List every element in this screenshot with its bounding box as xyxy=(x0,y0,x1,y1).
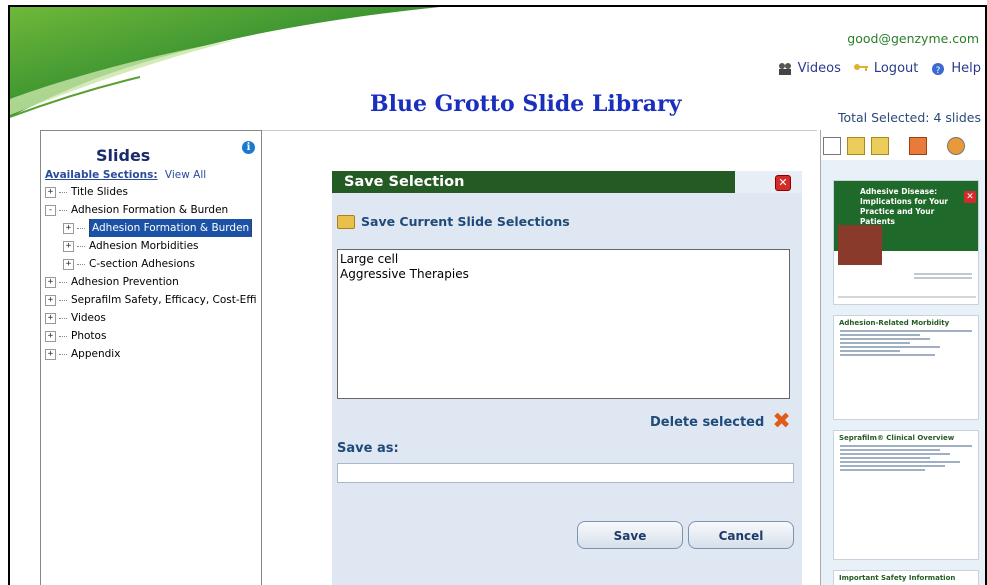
save-as-input[interactable] xyxy=(337,463,794,483)
logout-link-label: Logout xyxy=(873,61,919,76)
tree-item-adhesion-morbidities[interactable]: + Adhesion Morbidities xyxy=(45,237,259,255)
sections-tree: + Title Slides - Adhesion Formation & Bu… xyxy=(45,183,259,363)
close-icon[interactable]: ✕ xyxy=(775,175,791,191)
tree-item-photos[interactable]: + Photos xyxy=(45,327,259,345)
thumbnail-photo xyxy=(838,225,882,265)
tree-item-videos[interactable]: + Videos xyxy=(45,309,259,327)
tree-item-adhesion-formation-sub[interactable]: + Adhesion Formation & Burden xyxy=(45,219,259,237)
svg-text:?: ? xyxy=(936,66,941,76)
available-sections: Available Sections: View All xyxy=(45,169,206,181)
tree-item-label: Videos xyxy=(71,312,106,324)
logout-icon xyxy=(853,62,869,76)
save-as-label: Save as: xyxy=(337,441,399,456)
slide-thumbnail[interactable]: Important Safety Information xyxy=(833,570,979,585)
tree-item-label: Photos xyxy=(71,330,107,342)
expand-icon[interactable]: + xyxy=(45,348,56,360)
save-folder-icon[interactable] xyxy=(871,137,889,155)
saved-selections-list[interactable]: Large cell Aggressive Therapies xyxy=(337,249,790,399)
header: good@genzyme.com Videos Logout ? Help Bl… xyxy=(10,7,985,129)
expand-icon[interactable]: + xyxy=(45,276,56,288)
slide-thumbnail[interactable]: Seprafilm® Clinical Overview xyxy=(833,430,979,560)
help-link-label: Help xyxy=(951,61,981,76)
expand-icon[interactable]: + xyxy=(45,312,56,324)
view-all-link[interactable]: View All xyxy=(165,169,206,181)
tree-item-label-selected: Adhesion Formation & Burden xyxy=(89,219,253,237)
videos-link[interactable]: Videos xyxy=(777,61,841,76)
dialog-body: Save Current Slide Selections Large cell… xyxy=(332,193,802,585)
delete-selected-button[interactable]: Delete selected ✖ xyxy=(650,409,791,434)
expand-icon[interactable]: + xyxy=(45,186,56,198)
tree-item-appendix[interactable]: + Appendix xyxy=(45,345,259,363)
expand-icon[interactable]: + xyxy=(63,222,74,234)
total-selected: Total Selected: 4 slides xyxy=(837,110,981,125)
expand-icon[interactable]: + xyxy=(63,258,74,270)
refresh-icon[interactable] xyxy=(947,137,965,155)
remove-slide-icon[interactable]: ✕ xyxy=(964,191,976,203)
thumbnail-title: Seprafilm® Clinical Overview xyxy=(839,434,955,442)
tree-item-label: Adhesion Prevention xyxy=(71,276,179,288)
new-document-icon[interactable] xyxy=(823,137,841,155)
main-content: Save Selection ✕ Save Current Slide Sele… xyxy=(262,130,817,585)
folder-open-icon xyxy=(337,214,355,229)
delete-selected-label: Delete selected xyxy=(650,414,765,430)
thumbnail-title: Adhesive Disease: Implications for Your … xyxy=(860,187,949,226)
save-button[interactable]: Save xyxy=(577,521,683,549)
logout-link[interactable]: Logout xyxy=(853,61,919,76)
open-folder-icon[interactable] xyxy=(847,137,865,155)
thumbnail-title: Important Safety Information xyxy=(839,574,956,582)
save-current-label: Save Current Slide Selections xyxy=(361,214,570,229)
list-item[interactable]: Large cell xyxy=(340,252,787,267)
slide-thumbnail[interactable]: Adhesive Disease: Implications for Your … xyxy=(833,180,979,305)
tree-item-title-slides[interactable]: + Title Slides xyxy=(45,183,259,201)
expand-icon[interactable]: + xyxy=(45,294,56,306)
selected-slides-panel: Adhesive Disease: Implications for Your … xyxy=(820,130,985,585)
collapse-icon[interactable]: - xyxy=(45,204,56,216)
tree-item-label: Appendix xyxy=(71,348,121,360)
dialog-title: Save Selection xyxy=(332,171,735,193)
tree-item-seprafilm[interactable]: + Seprafilm Safety, Efficacy, Cost-Effi xyxy=(45,291,259,309)
info-icon[interactable]: i xyxy=(242,141,255,154)
cancel-button[interactable]: Cancel xyxy=(688,521,794,549)
list-item[interactable]: Aggressive Therapies xyxy=(340,267,787,282)
tree-item-adhesion-formation[interactable]: - Adhesion Formation & Burden xyxy=(45,201,259,219)
tree-item-c-section-adhesions[interactable]: + C-section Adhesions xyxy=(45,255,259,273)
slides-sidebar: Slides i Available Sections: View All + … xyxy=(40,130,262,585)
selection-toolbar xyxy=(823,136,965,156)
help-link[interactable]: ? Help xyxy=(930,61,981,76)
expand-icon[interactable]: + xyxy=(63,240,74,252)
sidebar-title: Slides xyxy=(96,146,151,165)
app-frame: good@genzyme.com Videos Logout ? Help Bl… xyxy=(8,5,987,585)
slide-thumbnail[interactable]: Adhesion-Related Morbidity xyxy=(833,315,979,420)
save-selection-dialog: Save Selection ✕ Save Current Slide Sele… xyxy=(332,171,802,585)
tree-item-label: Adhesion Morbidities xyxy=(89,240,199,252)
tree-item-label: Title Slides xyxy=(71,186,128,198)
thumbnail-title: Adhesion-Related Morbidity xyxy=(839,319,950,327)
tree-item-label: Adhesion Formation & Burden xyxy=(71,204,229,216)
available-sections-label: Available Sections: xyxy=(45,169,158,181)
powerpoint-icon[interactable] xyxy=(909,137,927,155)
thumbnail-strip: Adhesive Disease: Implications for Your … xyxy=(821,160,985,585)
tree-item-label: Seprafilm Safety, Efficacy, Cost-Effi xyxy=(71,294,257,306)
videos-link-label: Videos xyxy=(797,61,841,76)
account-email: good@genzyme.com xyxy=(847,31,979,46)
save-current-heading: Save Current Slide Selections xyxy=(337,214,570,229)
tree-item-label: C-section Adhesions xyxy=(89,258,195,270)
help-icon: ? xyxy=(930,62,946,76)
page-title: Blue Grotto Slide Library xyxy=(370,91,682,117)
expand-icon[interactable]: + xyxy=(45,330,56,342)
top-links: Videos Logout ? Help xyxy=(777,61,981,76)
delete-icon: ✖ xyxy=(772,409,791,434)
tree-item-adhesion-prevention[interactable]: + Adhesion Prevention xyxy=(45,273,259,291)
videos-icon xyxy=(777,62,793,76)
